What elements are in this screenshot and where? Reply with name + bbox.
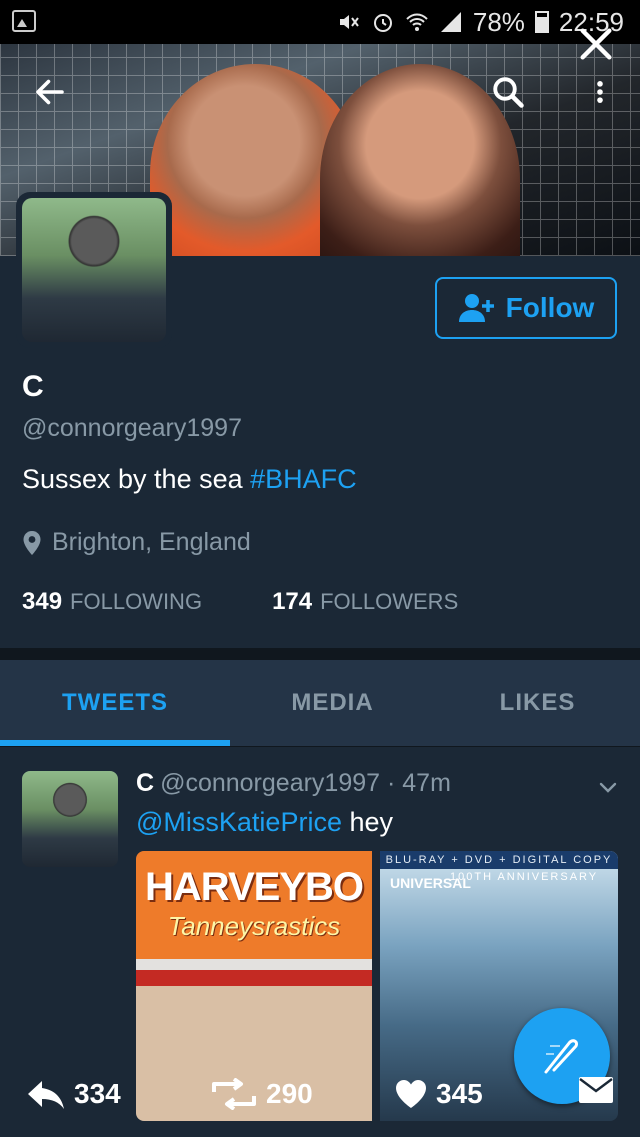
retweet-count: 290: [266, 1078, 313, 1109]
following-stat[interactable]: 349 FOLLOWING: [22, 588, 202, 616]
battery-percent: 78%: [472, 6, 525, 37]
gallery-icon: [12, 10, 36, 32]
tweet-author-handle: @connorgeary1997: [160, 769, 381, 797]
profile-location: Brighton, England: [22, 528, 251, 557]
reply-count: 334: [74, 1078, 121, 1109]
tab-media[interactable]: MEDIA: [230, 660, 435, 746]
more-vertical-icon[interactable]: [586, 74, 614, 110]
profile-bio: Sussex by the sea #BHAFC: [22, 464, 357, 495]
reply-button[interactable]: 334: [26, 1078, 121, 1110]
mute-icon: [339, 15, 359, 29]
media-left-subtitle: Tanneysrastics: [167, 911, 341, 941]
media-right-anniversary: 100TH ANNIVERSARY: [450, 871, 599, 883]
wifi-icon: [406, 13, 428, 31]
tweet-author-name: C: [136, 769, 155, 797]
location-text: Brighton, England: [52, 528, 251, 556]
section-divider: [0, 648, 640, 660]
tab-tweets[interactable]: TWEETS: [0, 660, 230, 746]
like-count: 345: [436, 1078, 483, 1109]
following-count: 349: [22, 588, 63, 615]
chevron-down-icon[interactable]: [596, 775, 620, 799]
tweet-body: hey: [341, 807, 394, 837]
profile-name: C: [22, 370, 44, 403]
profile-avatar[interactable]: [16, 192, 172, 348]
alarm-icon: [373, 14, 392, 32]
tweet-mention-link[interactable]: @MissKatiePrice: [136, 807, 342, 837]
followers-label: FOLLOWERS: [320, 589, 459, 614]
signal-icon: [440, 12, 461, 32]
heart-icon: [396, 1080, 426, 1108]
tab-likes[interactable]: LIKES: [435, 660, 640, 746]
profile-stats: 349 FOLLOWING 174 FOLLOWERS: [22, 588, 458, 616]
tweet-header: C @connorgeary1997 · 47m: [136, 769, 451, 798]
tweet-avatar[interactable]: [22, 771, 118, 867]
back-arrow-icon[interactable]: [32, 74, 68, 110]
followers-count: 174: [272, 588, 313, 615]
search-icon[interactable]: [490, 74, 526, 110]
close-icon[interactable]: [576, 24, 616, 64]
battery-icon: [534, 11, 549, 33]
profile-handle: @connorgeary1997: [22, 414, 242, 442]
location-pin-icon: [23, 530, 41, 555]
tweet-avatar-image: [22, 771, 118, 867]
tweet-time: · 47m: [387, 769, 451, 797]
like-button[interactable]: 345: [394, 1078, 483, 1110]
media-right-band: BLU-RAY + DVD + DIGITAL COPY: [380, 851, 618, 869]
profile-tabs: TWEETS MEDIA LIKES: [0, 660, 640, 746]
avatar-image: [22, 198, 166, 342]
tweet-text: @MissKatiePrice hey: [136, 807, 393, 838]
followers-stat[interactable]: 174 FOLLOWERS: [272, 588, 458, 616]
retweet-button[interactable]: 290: [210, 1078, 313, 1110]
retweet-icon: [212, 1078, 256, 1110]
media-left-title: HARVEYBO: [145, 865, 364, 909]
add-user-icon: [458, 294, 494, 322]
following-label: FOLLOWING: [70, 589, 203, 614]
bio-hashtag-link[interactable]: #BHAFC: [250, 464, 357, 494]
bio-text: Sussex by the sea: [22, 464, 251, 494]
status-bar: 78% 22:59: [0, 0, 640, 44]
follow-button[interactable]: Follow: [435, 277, 617, 339]
compose-feather-icon: [544, 1039, 578, 1074]
reply-icon: [28, 1081, 64, 1109]
mail-icon[interactable]: [578, 1076, 614, 1104]
follow-button-label: Follow: [505, 292, 595, 323]
